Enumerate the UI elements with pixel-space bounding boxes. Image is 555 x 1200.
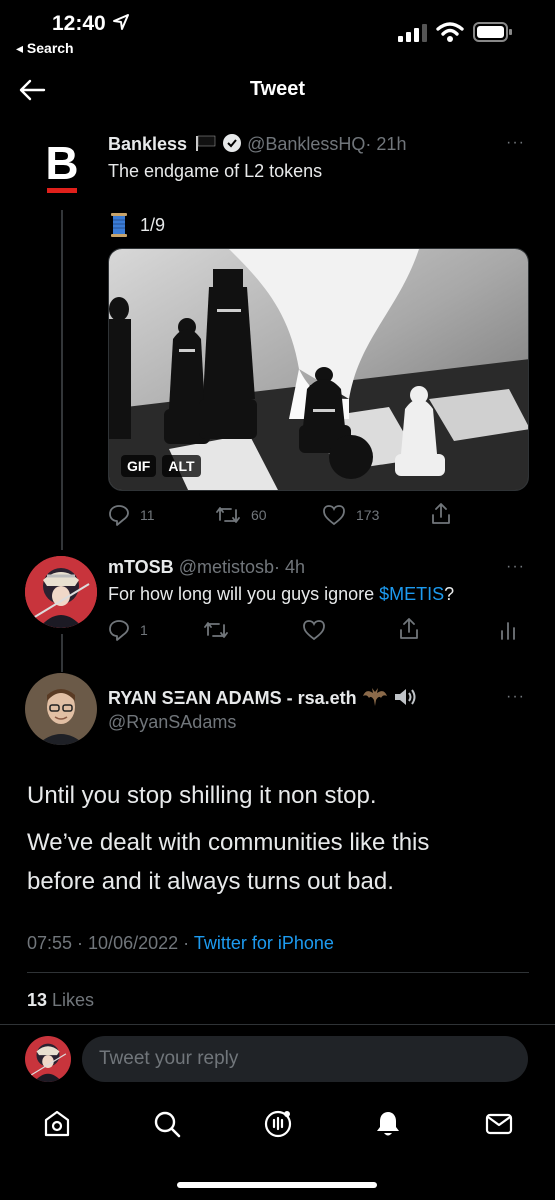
tweet-body-line-1: Until you stop shilling it non stop.: [27, 782, 377, 809]
battery-icon: [473, 22, 513, 47]
cellular-signal-icon: [398, 24, 428, 47]
spaces-tab-icon[interactable]: [258, 1104, 298, 1144]
thread-counter: 1/9: [108, 212, 165, 238]
divider: [27, 972, 529, 973]
notifications-tab-icon[interactable]: [368, 1104, 408, 1144]
tweet-header: mTOSB @metistosb· 4h: [108, 557, 305, 578]
tweet-timestamp: 07:55 · 10/06/2022 ·: [27, 933, 194, 953]
status-time: 12:40: [52, 12, 130, 36]
share-icon: [400, 618, 418, 639]
location-arrow-icon: [112, 14, 129, 30]
retweet-icon: [204, 622, 228, 638]
heart-icon: [323, 505, 345, 526]
tweet-time: · 21h: [365, 134, 407, 154]
flag-icon: [195, 135, 217, 151]
like-count: 173: [356, 507, 380, 523]
back-to-app-link[interactable]: ◂ Search: [16, 40, 74, 57]
reply-count: 1: [140, 622, 148, 638]
author-handle[interactable]: @BanklessHQ: [247, 134, 365, 154]
search-tab-icon[interactable]: [147, 1104, 187, 1144]
speaker-icon: [393, 686, 419, 713]
alt-badge[interactable]: ALT: [162, 455, 201, 477]
tweet-body-line-2: We’ve dealt with communities like this: [27, 829, 430, 856]
thread-spool-icon: [111, 213, 127, 237]
tweet-time: · 4h: [274, 557, 306, 577]
tweet-media-gif[interactable]: GIF ALT: [108, 248, 529, 491]
retweet-button[interactable]: [203, 619, 229, 641]
avatar[interactable]: [25, 556, 97, 628]
share-icon: [432, 503, 450, 524]
author-name[interactable]: RYAN SΞAN ADAMS - rsa.eth: [108, 688, 357, 708]
analytics-icon[interactable]: [500, 619, 516, 641]
share-button[interactable]: [430, 502, 452, 526]
verified-badge-icon: [222, 133, 242, 158]
my-avatar[interactable]: [25, 1036, 71, 1082]
thread-connector: [61, 634, 63, 672]
bankless-logo-avatar[interactable]: B: [38, 140, 86, 200]
author-name[interactable]: Bankless: [108, 134, 187, 154]
author-name-row: RYAN SΞAN ADAMS - rsa.eth: [108, 686, 419, 713]
author-name[interactable]: mTOSB: [108, 557, 174, 577]
reply-input[interactable]: Tweet your reply: [82, 1036, 528, 1082]
more-options-icon[interactable]: ···: [506, 558, 525, 576]
thread-connector: [61, 210, 63, 550]
share-button[interactable]: [398, 617, 420, 641]
likes-count: 13: [27, 990, 48, 1010]
likes-summary[interactable]: 13 Likes: [27, 990, 94, 1011]
cashtag-link[interactable]: $METIS: [379, 584, 444, 604]
reply-button[interactable]: 11: [108, 504, 155, 526]
more-options-icon[interactable]: ···: [506, 688, 525, 706]
reply-icon: [109, 620, 129, 641]
retweet-button[interactable]: 60: [215, 504, 267, 526]
reply-count: 11: [140, 507, 155, 523]
retweet-count: 60: [251, 507, 267, 523]
home-tab-icon[interactable]: [37, 1104, 77, 1144]
media-badges: GIF ALT: [121, 455, 201, 477]
author-handle[interactable]: @RyanSAdams: [108, 712, 236, 733]
like-button[interactable]: 173: [322, 504, 379, 526]
avatar[interactable]: [25, 673, 97, 745]
divider: [0, 1024, 555, 1025]
reply-button[interactable]: 1: [108, 619, 148, 641]
home-indicator: [177, 1182, 377, 1188]
reply-icon: [109, 505, 129, 526]
messages-tab-icon[interactable]: [479, 1104, 519, 1144]
page-title: Tweet: [249, 78, 306, 100]
tweet-source-link[interactable]: Twitter for iPhone: [194, 933, 334, 953]
author-handle[interactable]: @metistosb: [179, 557, 274, 577]
wifi-icon: [436, 21, 464, 48]
tweet-text: The endgame of L2 tokens: [108, 161, 323, 181]
retweet-icon: [216, 507, 240, 523]
likes-label: Likes: [47, 990, 95, 1010]
tweet-header: Bankless @BanklessHQ· 21h: [108, 133, 406, 158]
more-options-icon[interactable]: ···: [506, 134, 525, 152]
heart-icon: [303, 620, 325, 641]
bat-emoji-icon: [362, 686, 388, 713]
tweet-body-line-3: before and it always turns out bad.: [27, 868, 394, 895]
like-button[interactable]: [302, 619, 326, 641]
tweet-meta: 07:55 · 10/06/2022 · Twitter for iPhone: [27, 933, 334, 954]
tweet-text: For how long will you guys ignore $METIS…: [108, 584, 455, 604]
gif-badge: GIF: [121, 455, 157, 477]
